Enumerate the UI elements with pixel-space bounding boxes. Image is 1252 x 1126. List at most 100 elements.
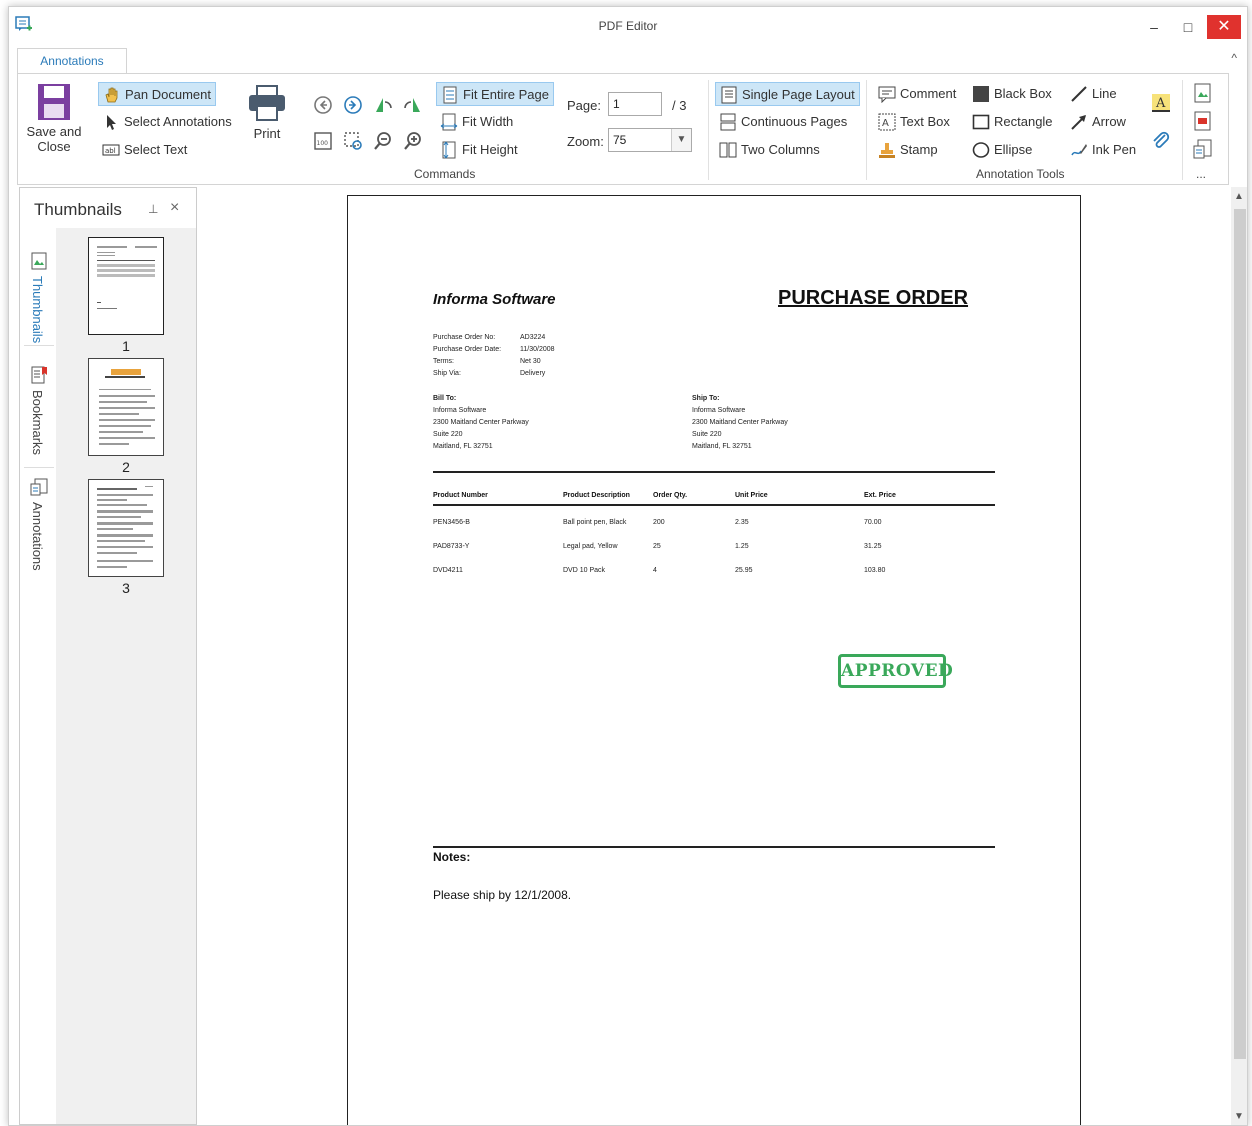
bill-to-line: Maitland, FL 32751 <box>433 443 493 450</box>
select-annotations-button[interactable]: Select Annotations <box>98 110 236 134</box>
select-annotations-label: Select Annotations <box>124 114 232 129</box>
more-commands-button[interactable]: ... <box>1196 167 1206 181</box>
pan-document-button[interactable]: Pan Document <box>98 82 216 106</box>
document-properties-icon[interactable] <box>1192 138 1214 160</box>
approved-stamp-annotation[interactable]: APPROVED <box>838 654 953 688</box>
ribbon-tabstrip: Annotations ^ <box>9 45 1247 74</box>
fit-entire-page-label: Fit Entire Page <box>463 87 549 102</box>
tab-annotations-label: Annotations <box>30 502 45 571</box>
table-cell: 31.25 <box>864 543 882 550</box>
zoom-label: Zoom: <box>567 134 604 149</box>
select-text-button[interactable]: abl Select Text <box>98 138 191 162</box>
minimize-button[interactable]: – <box>1137 15 1171 39</box>
ship-to-line: Suite 220 <box>692 431 722 438</box>
hand-icon <box>105 87 118 103</box>
continuous-pages-button[interactable]: Continuous Pages <box>715 110 851 134</box>
page-total: / 3 <box>672 98 687 113</box>
bill-to-heading: Bill To: <box>433 395 457 402</box>
zoom-value: 75 <box>613 133 627 147</box>
tab-annotations[interactable]: Annotations <box>17 48 127 74</box>
black-box-button[interactable]: Black Box <box>968 82 1056 106</box>
table-cell: Ball point pen, Black <box>563 519 627 526</box>
arrow-button[interactable]: Arrow <box>1066 110 1130 134</box>
page-number-1: 1 <box>122 338 130 354</box>
fit-height-label: Fit Height <box>462 142 518 157</box>
ship-to-block: Ship To: Informa Software 2300 Maitland … <box>692 393 788 453</box>
rotate-right-icon[interactable] <box>402 94 424 116</box>
tab-thumbnails-label: Thumbnails <box>30 276 45 344</box>
group-separator <box>708 80 709 180</box>
previous-page-icon[interactable] <box>312 94 334 116</box>
select-text-label: Select Text <box>124 142 188 157</box>
highlight-text-icon[interactable]: A <box>1150 92 1172 114</box>
fit-entire-page-button[interactable]: Fit Entire Page <box>436 82 554 106</box>
zoom-rectangle-icon[interactable] <box>342 130 364 152</box>
page-input[interactable]: 1 <box>608 92 662 116</box>
text-box-button[interactable]: A Text Box <box>874 110 954 134</box>
attachment-icon[interactable] <box>1150 130 1172 152</box>
table-top-rule <box>433 471 995 473</box>
pdf-page: Informa Software PURCHASE ORDER Purchase… <box>347 195 1081 1125</box>
table-cell: PAD8733-Y <box>433 543 470 550</box>
line-button[interactable]: Line <box>1066 82 1121 106</box>
stamp-label: Stamp <box>900 142 938 157</box>
bookmarks-icon <box>31 366 47 384</box>
comment-button[interactable]: Comment <box>874 82 960 106</box>
printer-icon <box>249 85 285 121</box>
panel-close-icon[interactable]: × <box>170 199 179 217</box>
vertical-scrollbar[interactable]: ▲ ▼ <box>1231 187 1247 1125</box>
page-thumbnail-3[interactable] <box>88 479 164 577</box>
actual-size-icon[interactable]: 100 <box>312 130 334 152</box>
bill-to-block: Bill To: Informa Software 2300 Maitland … <box>433 393 529 453</box>
tab-thumbnails[interactable]: Thumbnails <box>24 246 54 346</box>
meta-label: Terms: <box>433 358 454 365</box>
fit-width-label: Fit Width <box>462 114 514 129</box>
close-button[interactable]: ✕ <box>1207 15 1241 39</box>
ink-pen-button[interactable]: Ink Pen <box>1066 138 1140 162</box>
ellipse-button[interactable]: Ellipse <box>968 138 1036 162</box>
column-header: Unit Price <box>735 492 768 499</box>
single-page-layout-label: Single Page Layout <box>742 87 855 102</box>
next-page-icon[interactable] <box>342 94 364 116</box>
svg-text:A: A <box>882 118 889 129</box>
save-close-label: Save and Close <box>26 124 82 154</box>
meta-value: 11/30/2008 <box>520 346 555 353</box>
zoom-in-icon[interactable] <box>402 130 424 152</box>
fit-width-button[interactable]: Fit Width <box>436 110 517 134</box>
fit-width-icon <box>440 113 458 131</box>
rectangle-button[interactable]: Rectangle <box>968 110 1057 134</box>
tab-bookmarks[interactable]: Bookmarks <box>24 360 54 468</box>
annotations-icon <box>30 478 48 496</box>
collapse-ribbon-icon[interactable]: ^ <box>1231 51 1237 65</box>
zoom-select[interactable]: 75 ▼ <box>608 128 692 152</box>
page-number-3: 3 <box>122 580 130 596</box>
line-label: Line <box>1092 86 1117 101</box>
stamp-button[interactable]: Stamp <box>874 138 942 162</box>
rotate-left-icon[interactable] <box>372 94 394 116</box>
table-cell: DVD4211 <box>433 567 463 574</box>
group-separator <box>1182 80 1183 180</box>
chevron-down-icon[interactable]: ▼ <box>671 129 691 151</box>
arrow-icon <box>1071 115 1086 130</box>
page-thumbnail-2[interactable] <box>88 358 164 456</box>
order-meta-labels: Purchase Order No: Purchase Order Date: … <box>433 332 501 380</box>
export-image-icon[interactable] <box>1192 82 1214 104</box>
maximize-button[interactable]: □ <box>1171 15 1205 39</box>
scroll-down-icon[interactable]: ▼ <box>1234 1111 1244 1122</box>
tab-annotations[interactable]: Annotations <box>24 472 54 592</box>
ribbon: Save and Close Pan Document Select Annot… <box>17 73 1229 185</box>
scroll-up-icon[interactable]: ▲ <box>1234 191 1244 202</box>
zoom-out-icon[interactable] <box>372 130 394 152</box>
rectangle-icon <box>972 114 990 130</box>
two-columns-button[interactable]: Two Columns <box>715 138 824 162</box>
export-pdf-icon[interactable] <box>1192 110 1214 132</box>
save-close-button[interactable]: Save and Close <box>24 82 84 154</box>
single-page-layout-button[interactable]: Single Page Layout <box>715 82 860 106</box>
fit-height-button[interactable]: Fit Height <box>436 138 522 162</box>
page-thumbnail-1[interactable] <box>88 237 164 335</box>
rectangle-label: Rectangle <box>994 114 1053 129</box>
svg-text:abl: abl <box>105 147 116 155</box>
pin-icon[interactable]: ⊥ <box>148 202 158 216</box>
scrollbar-thumb[interactable] <box>1234 209 1246 1059</box>
print-button[interactable]: Print <box>244 84 290 141</box>
